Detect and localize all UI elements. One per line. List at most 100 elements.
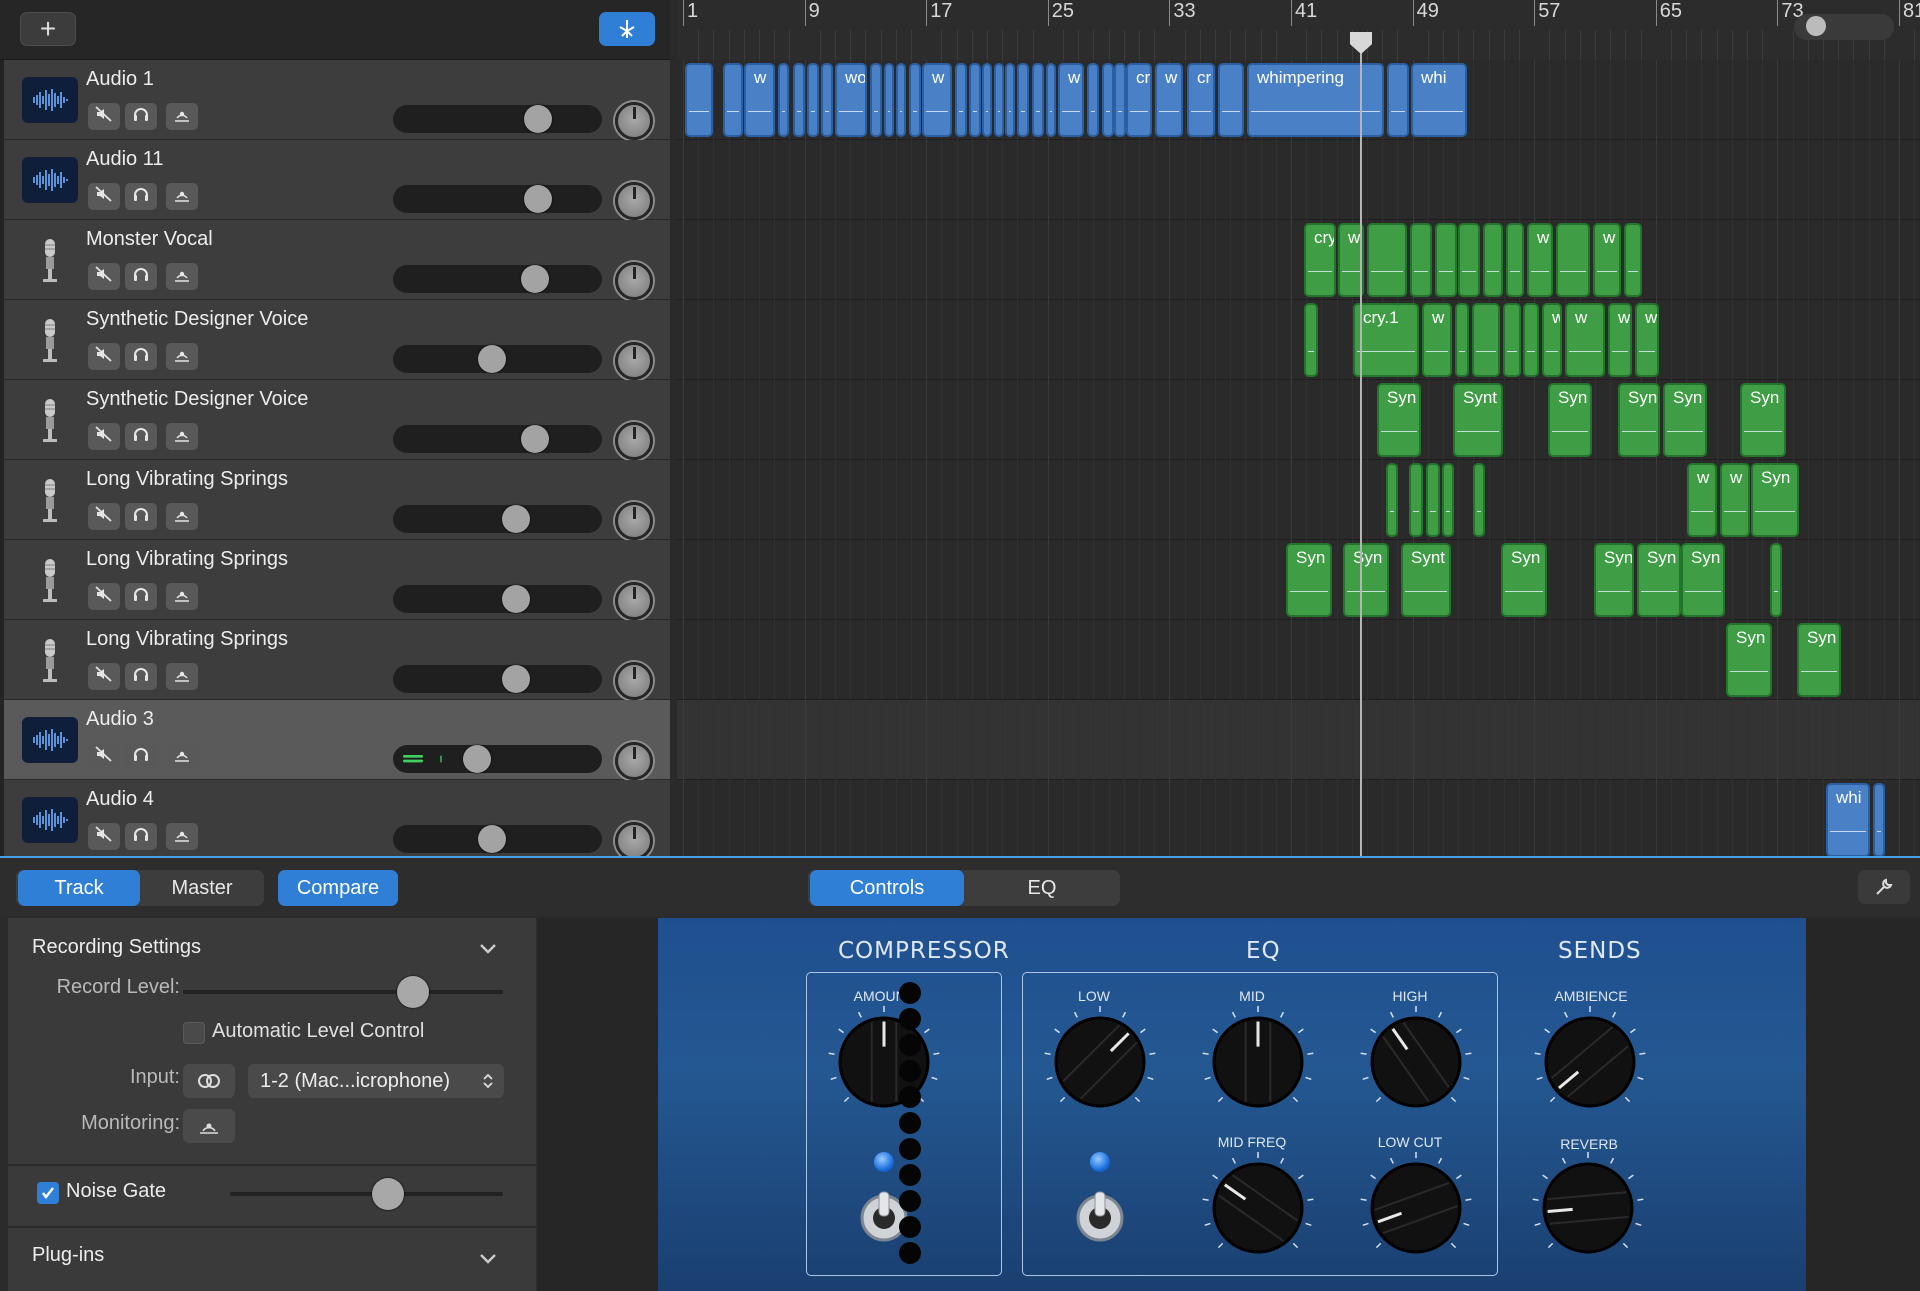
solo-button[interactable] [125,503,157,530]
mute-button[interactable] [88,743,120,770]
audio-region[interactable]: cry.1 [1353,303,1419,377]
input-monitoring-button[interactable] [166,263,198,290]
input-monitoring-button[interactable] [166,583,198,610]
volume-slider[interactable] [393,265,602,293]
track-lane[interactable] [677,380,1920,460]
audio-region[interactable]: Syn [1377,383,1421,457]
tab-master[interactable]: Master [142,870,262,906]
audio-region[interactable] [1387,63,1409,137]
solo-button[interactable] [125,423,157,450]
auto-level-checkbox[interactable] [183,1022,205,1044]
input-select[interactable]: 1-2 (Mac...icrophone) [248,1064,504,1098]
track-name[interactable]: Long Vibrating Springs [86,468,288,491]
noise-gate-checkbox[interactable] [37,1182,59,1204]
audio-region[interactable] [1503,303,1521,377]
mute-button[interactable] [88,103,120,130]
input-monitoring-button[interactable] [166,743,198,770]
pan-knob[interactable] [615,662,653,700]
audio-region[interactable] [955,63,967,137]
audio-region[interactable]: Syn [1726,623,1772,697]
audio-region[interactable] [1087,63,1099,137]
audio-region[interactable]: w [1527,223,1553,297]
audio-region[interactable] [1472,303,1500,377]
track-lane[interactable] [677,700,1920,780]
mid-freq-knob[interactable] [1202,1152,1314,1254]
audio-region[interactable] [1624,223,1642,297]
mute-button[interactable] [88,503,120,530]
audio-region[interactable]: w [1114,63,1126,137]
mid-knob[interactable] [1202,1006,1314,1108]
volume-slider[interactable] [393,185,602,213]
track-header[interactable]: Synthetic Designer Voice [0,300,670,380]
audio-region[interactable]: Syn [1594,543,1634,617]
track-header[interactable]: Audio 11 [0,140,670,220]
solo-button[interactable] [125,343,157,370]
compare-button[interactable]: Compare [278,870,398,906]
audio-region[interactable]: w [1422,303,1452,377]
input-channel-button[interactable] [183,1064,235,1098]
track-name[interactable]: Audio 3 [86,708,154,731]
pan-knob[interactable] [615,822,653,856]
audio-region[interactable] [982,63,992,137]
input-monitoring-button[interactable] [166,183,198,210]
catch-playhead-button[interactable] [599,12,655,46]
audio-region[interactable] [1458,223,1480,297]
audio-region[interactable]: Syn [1618,383,1660,457]
audio-region[interactable] [723,63,743,137]
volume-thumb[interactable] [520,425,549,453]
mute-button[interactable] [88,183,120,210]
audio-region[interactable]: w [1635,303,1659,377]
mute-button[interactable] [88,823,120,850]
audio-region[interactable] [1032,63,1044,137]
audio-region[interactable] [821,63,833,137]
volume-thumb[interactable] [502,585,531,613]
zoom-slider-thumb[interactable] [1806,16,1826,36]
pan-knob[interactable] [615,262,653,300]
pan-knob[interactable] [615,502,653,540]
chevron-down-icon[interactable] [478,1248,498,1268]
solo-button[interactable] [125,583,157,610]
mute-button[interactable] [88,663,120,690]
audio-region[interactable]: w [922,63,952,137]
audio-region[interactable] [1386,463,1398,537]
input-monitoring-button[interactable] [166,343,198,370]
wrench-button[interactable] [1858,870,1910,904]
monitoring-button[interactable] [183,1109,235,1143]
audio-region[interactable]: Syn [1751,463,1799,537]
audio-region[interactable]: cr [1126,63,1152,137]
low-knob[interactable] [1044,1006,1156,1108]
audio-region[interactable]: w [1565,303,1605,377]
audio-region[interactable]: Syn [1286,543,1332,617]
tab-track[interactable]: Track [18,870,140,906]
pan-knob[interactable] [615,742,653,780]
volume-slider[interactable] [393,425,602,453]
timeline-ruler[interactable]: 1 9 17 25 33 41 49 57 65 73 81 [677,0,1920,60]
noise-gate-thumb[interactable] [372,1178,405,1210]
audio-region[interactable] [778,63,789,137]
audio-region[interactable] [1435,223,1457,297]
audio-region[interactable] [1473,463,1485,537]
track-header[interactable]: Monster Vocal [0,220,670,300]
audio-region[interactable]: cry.5 [1304,223,1336,297]
volume-thumb[interactable] [520,265,549,293]
track-lane[interactable] [677,140,1920,220]
track-name[interactable]: Monster Vocal [86,228,213,251]
track-name[interactable]: Audio 11 [86,148,163,171]
solo-button[interactable] [125,183,157,210]
input-monitoring-button[interactable] [166,103,198,130]
volume-thumb[interactable] [524,185,553,213]
solo-button[interactable] [125,103,157,130]
audio-region[interactable]: w [1608,303,1632,377]
audio-region[interactable]: Syn [1740,383,1786,457]
audio-region[interactable]: Syn [1797,623,1841,697]
audio-region[interactable]: Synt [1401,543,1451,617]
audio-region[interactable]: w [1687,463,1717,537]
audio-region[interactable] [1556,223,1590,297]
audio-region[interactable] [1005,63,1015,137]
plugins-header[interactable]: Plug-ins [32,1244,104,1267]
track-lane[interactable] [677,220,1920,300]
volume-thumb[interactable] [502,505,531,533]
audio-region[interactable] [909,63,921,137]
audio-region[interactable] [1455,303,1469,377]
input-monitoring-button[interactable] [166,823,198,850]
